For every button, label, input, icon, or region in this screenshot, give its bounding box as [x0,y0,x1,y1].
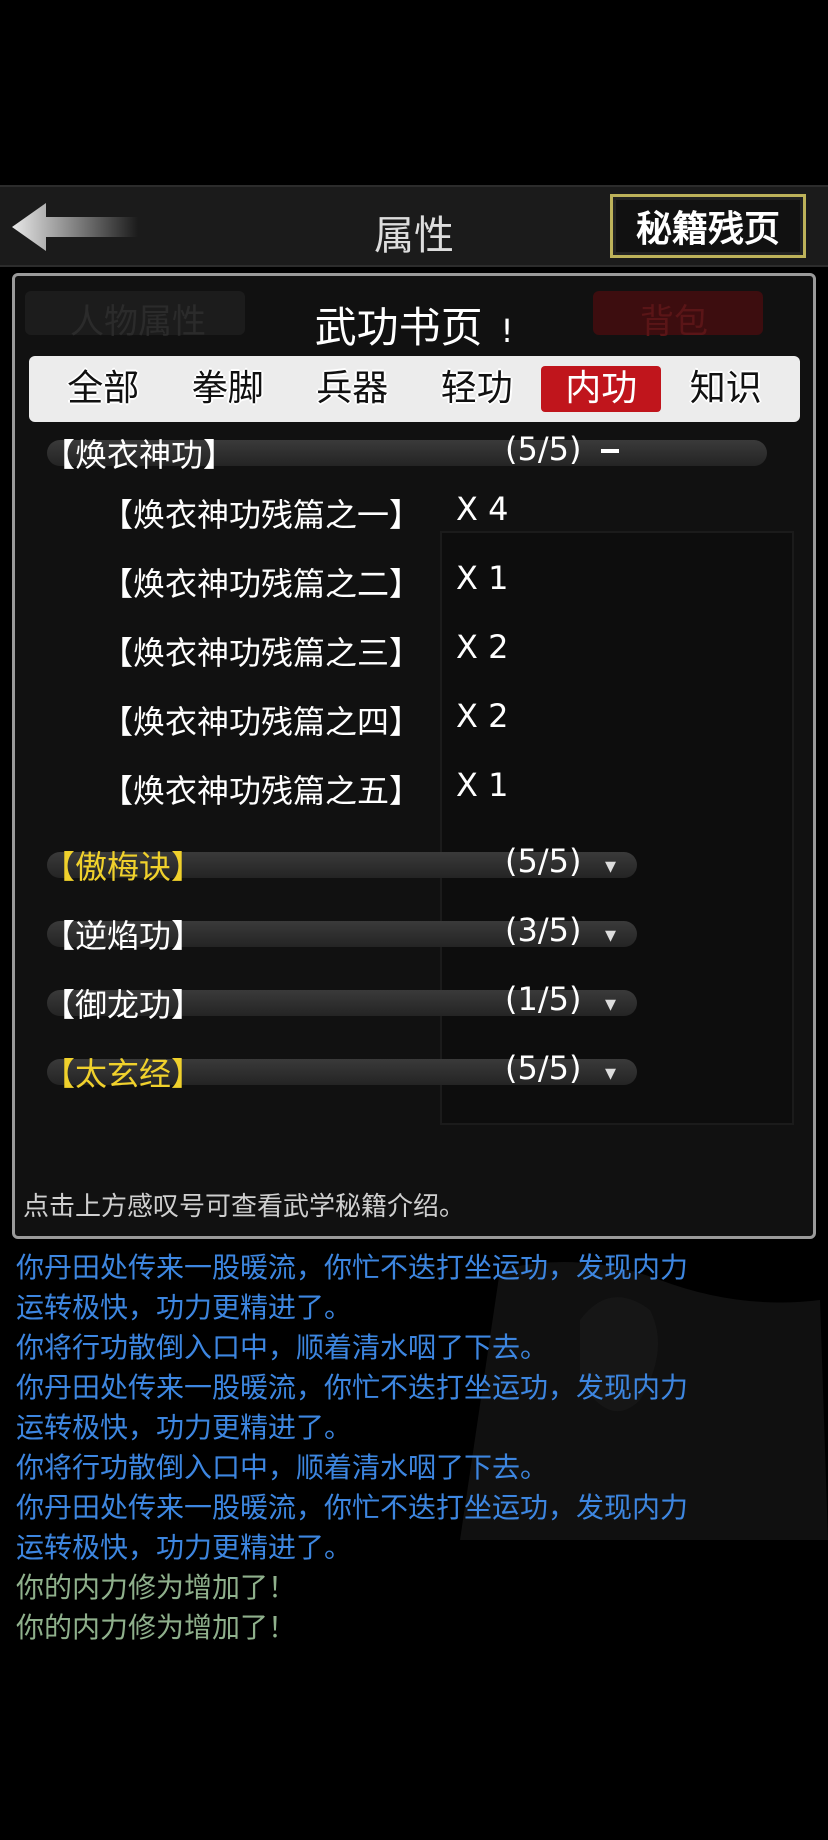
top-bar: 属性 秘籍残页 [0,185,828,267]
group-count: (1/5) [505,980,582,1018]
log-line: 你丹田处传来一股暖流，你忙不迭打坐运功，发现内力 [16,1251,689,1284]
panel-heading: 武功书页! [15,294,813,355]
skill-group-row[interactable]: 【焕衣神功】 (5/5) [29,426,789,478]
group-count: (5/5) [505,1049,582,1087]
fragment-name: 【焕衣神功残篇之一】 [101,496,422,534]
group-name: 【逆焰功】 [43,917,204,955]
tab-knowledge[interactable]: 知识 [666,366,786,412]
fragment-row: 【焕衣神功残篇之三】 X 2 [101,628,508,682]
fragment-name: 【焕衣神功残篇之二】 [101,565,422,603]
ghost-inventory-column [440,531,794,1125]
log-line: 你将行功散倒入口中，顺着清水咽了下去。 [16,1451,549,1484]
expand-chevron-icon[interactable]: ▾ [605,923,616,948]
info-exclamation-icon[interactable]: ! [501,312,514,350]
secret-scroll-button[interactable]: 秘籍残页 [610,194,806,258]
fragment-row: 【焕衣神功残篇之四】 X 2 [101,697,508,751]
fragment-row: 【焕衣神功残篇之二】 X 1 [101,559,508,613]
fragment-row: 【焕衣神功残篇之五】 X 1 [101,766,508,820]
log-line: 你将行功散倒入口中，顺着清水咽了下去。 [16,1331,549,1364]
expand-chevron-icon[interactable]: ▾ [605,1061,616,1086]
back-arrow-icon[interactable] [10,199,140,255]
group-name: 【御龙功】 [43,986,204,1024]
fragment-row: 【焕衣神功残篇之一】 X 4 [101,490,508,544]
fragment-qty: X 4 [456,490,509,528]
tab-fist[interactable]: 拳脚 [168,366,288,412]
collapse-minus-icon[interactable] [601,449,619,453]
log-line: 运转极快，功力更精进了。 [16,1291,353,1324]
skill-group-row[interactable]: 【御龙功】 (1/5) ▾ [29,976,789,1028]
expand-chevron-icon[interactable]: ▾ [605,992,616,1017]
message-log: 你丹田处传来一股暖流，你忙不迭打坐运功，发现内力 运转极快，功力更精进了。 你将… [16,1248,816,1648]
skill-group-row[interactable]: 【逆焰功】 (3/5) ▾ [29,907,789,959]
log-line: 你的内力修为增加了！ [16,1571,297,1604]
log-line: 你的内力修为增加了！ [16,1611,297,1644]
tab-inner-power[interactable]: 内功 [541,366,662,412]
skill-group-row[interactable]: 【傲梅诀】 (5/5) ▾ [29,838,789,890]
group-count: (5/5) [505,842,582,880]
page-title: 属性 [374,213,454,259]
fragment-name: 【焕衣神功残篇之五】 [101,772,422,810]
log-line: 你丹田处传来一股暖流，你忙不迭打坐运功，发现内力 [16,1491,689,1524]
log-line: 你丹田处传来一股暖流，你忙不迭打坐运功，发现内力 [16,1371,689,1404]
group-count: (3/5) [505,911,582,949]
panel-title: 武功书页 [314,303,483,352]
category-tabs: 全部 拳脚 兵器 轻功 内功 知识 [29,356,800,422]
fragment-name: 【焕衣神功残篇之四】 [101,703,422,741]
fragment-qty: X 1 [456,559,509,597]
tab-weapon[interactable]: 兵器 [292,366,412,412]
fragment-name: 【焕衣神功残篇之三】 [101,634,422,672]
fragment-qty: X 1 [456,766,509,804]
tab-lightness[interactable]: 轻功 [417,366,537,412]
skill-group-row[interactable]: 【太玄经】 (5/5) ▾ [29,1045,789,1097]
hint-text: 点击上方感叹号可查看武学秘籍介绍。 [23,1192,466,1222]
group-count: (5/5) [505,430,582,468]
fragment-qty: X 2 [456,628,509,666]
expand-chevron-icon[interactable]: ▾ [605,854,616,879]
log-line: 运转极快，功力更精进了。 [16,1531,353,1564]
martial-pages-panel: 人物属性 背包 武功书页! 全部 拳脚 兵器 轻功 内功 知识 【焕衣神功】 (… [12,273,816,1239]
fragment-qty: X 2 [456,697,509,735]
group-name: 【太玄经】 [43,1055,204,1093]
group-name: 【焕衣神功】 [43,436,236,474]
log-line: 运转极快，功力更精进了。 [16,1411,353,1444]
tab-all[interactable]: 全部 [43,366,163,412]
group-name: 【傲梅诀】 [43,848,204,886]
